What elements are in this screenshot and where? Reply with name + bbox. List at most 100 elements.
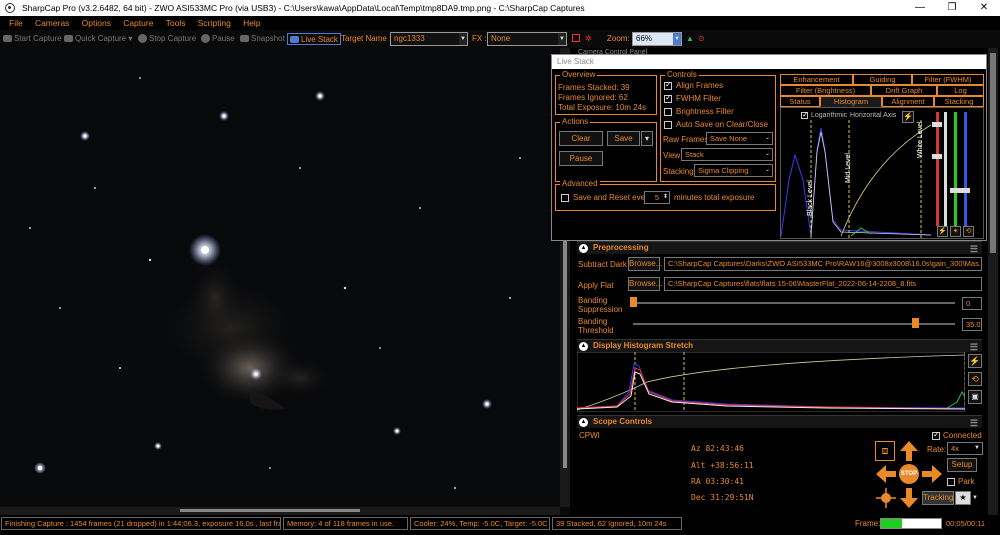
north-arrow-button[interactable] — [900, 441, 918, 461]
apply-flat-browse-button[interactable]: Browse... — [628, 277, 662, 291]
setup-button[interactable]: Setup — [947, 458, 977, 472]
logarithmic-checkbox[interactable] — [801, 110, 809, 119]
scrollbar-thumb[interactable] — [990, 53, 996, 253]
south-arrow-button[interactable] — [900, 488, 918, 508]
red-level-slider[interactable] — [936, 112, 939, 226]
tab-filter-fwhm[interactable]: Filter (FWHM) — [912, 74, 984, 85]
apply-flat-path-field[interactable]: C:\SharpCap Captures\flats\flats 15-06\M… — [664, 277, 982, 291]
menu-icon[interactable]: ☰ — [970, 341, 978, 353]
banding-threshold-thumb[interactable] — [912, 318, 919, 328]
pause-button[interactable]: Pause — [201, 33, 235, 45]
slider-thumb[interactable] — [932, 154, 942, 159]
save-reset-checkbox[interactable] — [561, 194, 569, 202]
menu-cameras[interactable]: Cameras — [30, 16, 74, 30]
sparkle-icon[interactable]: ✦ — [950, 226, 961, 237]
target-name-input[interactable]: ngc1333 ▼ — [390, 32, 468, 46]
tab-enhancement[interactable]: Enhancement — [780, 74, 853, 85]
stacking-select[interactable]: Sigma Clipping ⌄ — [694, 164, 773, 177]
subtract-dark-browse-button[interactable]: Browse... — [628, 257, 662, 271]
tab-guiding[interactable]: Guiding — [853, 74, 912, 85]
histogram-chart[interactable] — [781, 120, 931, 238]
menu-icon[interactable]: ☰ — [970, 417, 978, 429]
live-stack-button[interactable]: Live Stack — [287, 33, 341, 45]
banding-suppression-value[interactable]: 0 — [962, 297, 982, 310]
preprocessing-header[interactable]: ▲ Preprocessing ☰ — [577, 241, 982, 254]
tab-log[interactable]: Log — [937, 85, 984, 96]
chevron-down-icon[interactable]: ▾ — [641, 131, 653, 146]
west-arrow-button[interactable] — [876, 465, 896, 483]
zoom-select[interactable]: 66% ▼ — [632, 32, 682, 46]
snapshot-button[interactable]: Snapshot — [240, 33, 285, 45]
panel-scrollbar[interactable] — [988, 48, 998, 515]
zoom-target-icon[interactable]: ⊙ — [698, 33, 705, 45]
banding-suppression-slider[interactable] — [633, 302, 955, 304]
save-icon[interactable]: ▣ — [968, 390, 982, 404]
reset-icon[interactable]: ⟲ — [963, 226, 974, 237]
histogram-icon[interactable]: ▲ — [686, 33, 694, 45]
tab-alignment[interactable]: Alignment — [882, 96, 934, 107]
raw-frames-select[interactable]: Save None ⌄ — [706, 132, 773, 145]
stop-button[interactable]: STOP — [899, 464, 919, 484]
display-histogram-chart[interactable] — [577, 352, 965, 412]
banding-threshold-value[interactable]: 35.0 — [962, 318, 982, 331]
menu-capture[interactable]: Capture — [118, 16, 158, 30]
tab-histogram[interactable]: Histogram — [820, 96, 882, 107]
lightning-icon[interactable]: ⚡ — [937, 226, 948, 237]
scrollbar-thumb[interactable] — [180, 509, 360, 512]
reset-icon[interactable]: ⟲ — [968, 372, 982, 386]
menu-icon[interactable]: ☰ — [970, 243, 978, 255]
stop-capture-button[interactable]: Stop Capture — [138, 33, 196, 45]
start-capture-button[interactable]: Start Capture — [3, 33, 62, 45]
menu-tools[interactable]: Tools — [161, 16, 191, 30]
sun-icon[interactable] — [876, 488, 896, 508]
tab-status[interactable]: Status — [780, 96, 820, 107]
blue-level-slider[interactable] — [964, 112, 967, 226]
east-arrow-button[interactable] — [922, 465, 942, 483]
menu-options[interactable]: Options — [77, 16, 116, 30]
reticle-icon[interactable]: ✲ — [585, 33, 592, 45]
image-viewport[interactable] — [0, 48, 570, 515]
menu-help[interactable]: Help — [238, 16, 265, 30]
subtract-dark-path-field[interactable]: C:\SharpCap Captures\Darks\ZWO ASI533MC … — [664, 257, 982, 271]
green-level-slider[interactable] — [954, 112, 957, 226]
collapse-icon[interactable]: ▲ — [579, 418, 588, 427]
tab-drift-graph[interactable]: Drift Graph — [871, 85, 937, 96]
brightness-filter-checkbox[interactable] — [664, 108, 672, 116]
image-horizontal-scrollbar[interactable] — [0, 507, 560, 515]
tracking-button[interactable]: Tracking — [922, 491, 954, 505]
align-frames-checkbox[interactable] — [664, 80, 672, 90]
slider-thumb[interactable] — [960, 188, 970, 193]
chevron-down-icon[interactable]: ▼ — [972, 493, 978, 503]
banding-threshold-slider[interactable] — [633, 323, 955, 325]
slew-mode-icon[interactable]: ⧈ — [875, 441, 895, 461]
close-button[interactable]: ✕ — [968, 0, 1000, 16]
park-checkbox[interactable] — [947, 478, 955, 486]
minutes-stepper[interactable]: 5 ⬍ — [644, 191, 670, 204]
minimize-button[interactable]: — — [904, 0, 936, 16]
banding-suppression-thumb[interactable] — [630, 297, 637, 307]
tab-filter-brightness[interactable]: Filter (Brightness) — [780, 85, 871, 96]
display-histogram-stretch-header[interactable]: ▲ Display Histogram Stretch ☰ — [577, 339, 982, 352]
lightning-icon[interactable]: ⚡ — [902, 111, 914, 123]
collapse-icon[interactable]: ▲ — [579, 342, 588, 351]
rate-select[interactable]: 4x ▼ — [947, 442, 983, 455]
tab-stacking[interactable]: Stacking — [934, 96, 984, 107]
crop-icon[interactable] — [572, 34, 580, 46]
fwhm-filter-checkbox[interactable] — [664, 93, 672, 103]
view-select[interactable]: Stack ⌄ — [681, 148, 773, 161]
lightning-icon[interactable]: ⚡ — [968, 354, 982, 368]
pause-button[interactable]: Pause — [559, 151, 603, 166]
menu-scripting[interactable]: Scripting — [193, 16, 236, 30]
fx-select[interactable]: None ▼ — [487, 32, 567, 46]
slider-thumb[interactable] — [932, 122, 942, 127]
save-button[interactable]: Save — [607, 131, 640, 146]
luminance-level-slider[interactable] — [944, 112, 947, 226]
connected-checkbox[interactable] — [932, 430, 940, 440]
auto-save-checkbox[interactable] — [664, 121, 672, 129]
collapse-icon[interactable]: ▲ — [579, 244, 588, 253]
clear-button[interactable]: Clear — [559, 131, 603, 146]
menu-file[interactable]: File — [4, 16, 28, 30]
star-icon[interactable]: ★ — [955, 491, 971, 505]
slider-thumb[interactable] — [950, 188, 960, 193]
maximize-button[interactable]: ❐ — [936, 0, 968, 16]
